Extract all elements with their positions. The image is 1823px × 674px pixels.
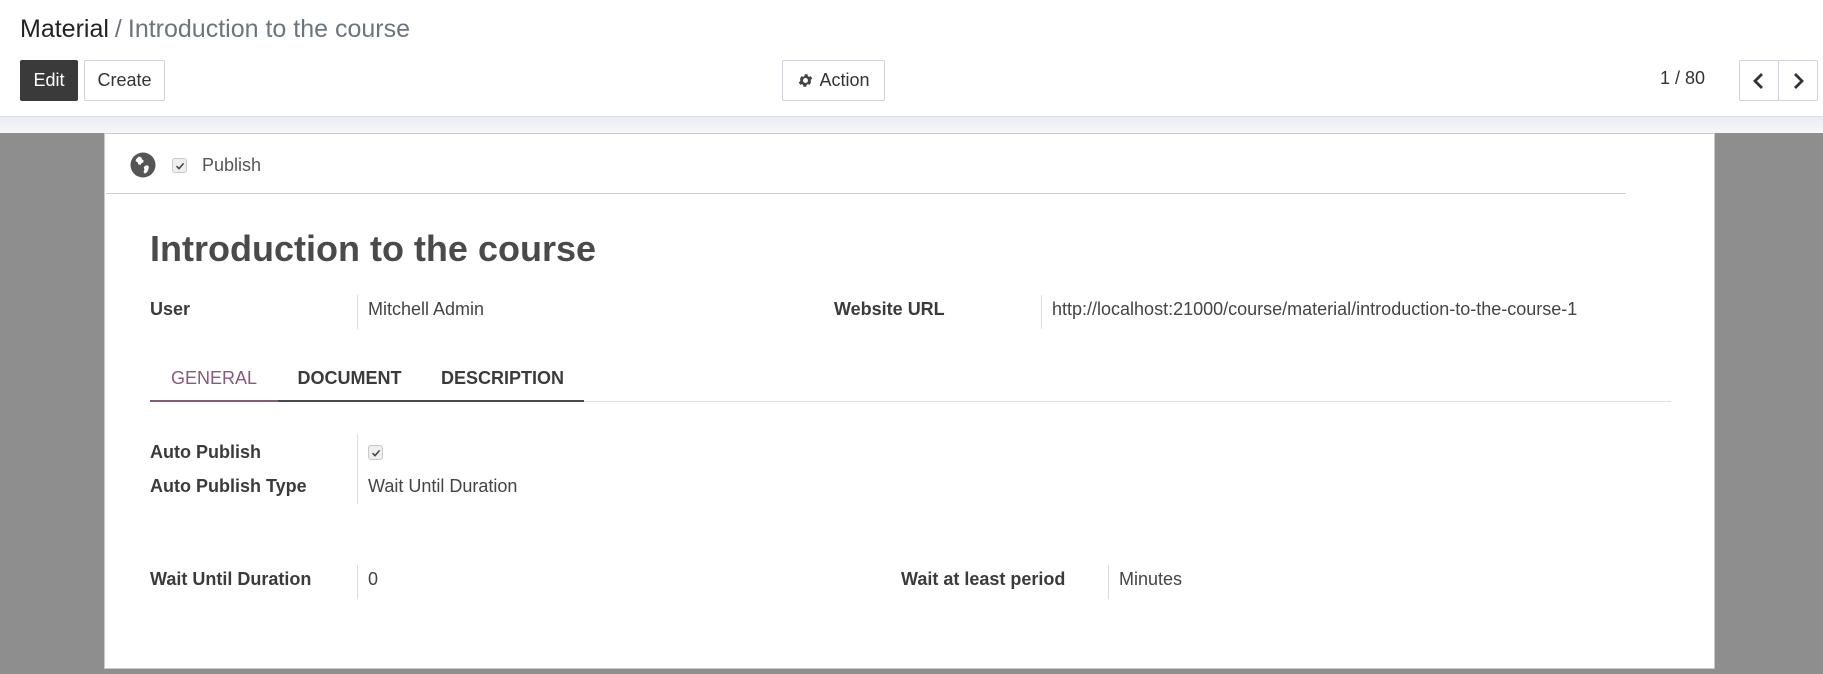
breadcrumb-root-link[interactable]: Material <box>20 15 109 43</box>
action-button[interactable]: Action <box>782 60 885 101</box>
check-icon <box>371 449 380 457</box>
action-button-label: Action <box>819 70 870 90</box>
pager-value[interactable]: 1 / 80 <box>1660 68 1705 89</box>
gear-icon <box>799 74 813 87</box>
chevron-left-icon <box>1753 72 1763 89</box>
record-title: Introduction to the course <box>150 228 596 269</box>
pager-previous-button[interactable] <box>1739 60 1779 101</box>
breadcrumb-current: Introduction to the course <box>127 15 410 43</box>
field-divider <box>1041 295 1042 329</box>
form-tabs: GENERAL DOCUMENT DESCRIPTION <box>150 356 1671 402</box>
user-label: User <box>150 299 191 319</box>
pager-next-button[interactable] <box>1778 60 1818 101</box>
check-icon <box>175 162 184 170</box>
auto-publish-checkbox[interactable] <box>368 445 383 460</box>
publish-bar: Publish <box>106 134 1626 194</box>
user-value[interactable]: Mitchell Admin <box>368 299 484 320</box>
breadcrumb-separator: / <box>114 15 122 43</box>
auto-publish-label: Auto Publish <box>150 442 261 462</box>
form-sheet: Publish Introduction to the course User … <box>104 133 1715 669</box>
create-button[interactable]: Create <box>84 60 165 101</box>
tab-general[interactable]: GENERAL <box>150 356 278 402</box>
tab-description[interactable]: DESCRIPTION <box>421 356 584 402</box>
field-divider <box>357 434 358 504</box>
field-divider <box>357 295 358 329</box>
wait-until-duration-label: Wait Until Duration <box>150 569 312 589</box>
field-divider <box>1108 565 1109 599</box>
publish-checkbox[interactable] <box>172 158 187 173</box>
globe-icon <box>130 152 156 178</box>
control-panel-shadow <box>0 117 1823 133</box>
wait-until-duration-value[interactable]: 0 <box>368 569 378 590</box>
auto-publish-type-label: Auto Publish Type <box>150 476 307 496</box>
breadcrumb: Material / Introduction to the course <box>20 14 410 44</box>
field-divider <box>357 565 358 599</box>
control-panel: Material / Introduction to the course Edit… <box>0 0 1823 117</box>
publish-label[interactable]: Publish <box>202 155 261 176</box>
auto-publish-type-value[interactable]: Wait Until Duration <box>368 476 517 497</box>
website-url-label: Website URL <box>834 299 945 319</box>
chevron-right-icon <box>1794 72 1804 89</box>
edit-button[interactable]: Edit <box>20 60 78 101</box>
tab-document[interactable]: DOCUMENT <box>278 356 421 402</box>
wait-period-value[interactable]: Minutes <box>1119 569 1182 590</box>
wait-period-label: Wait at least period <box>901 569 1066 589</box>
website-url-value[interactable]: http://localhost:21000/course/material/i… <box>1052 299 1577 320</box>
